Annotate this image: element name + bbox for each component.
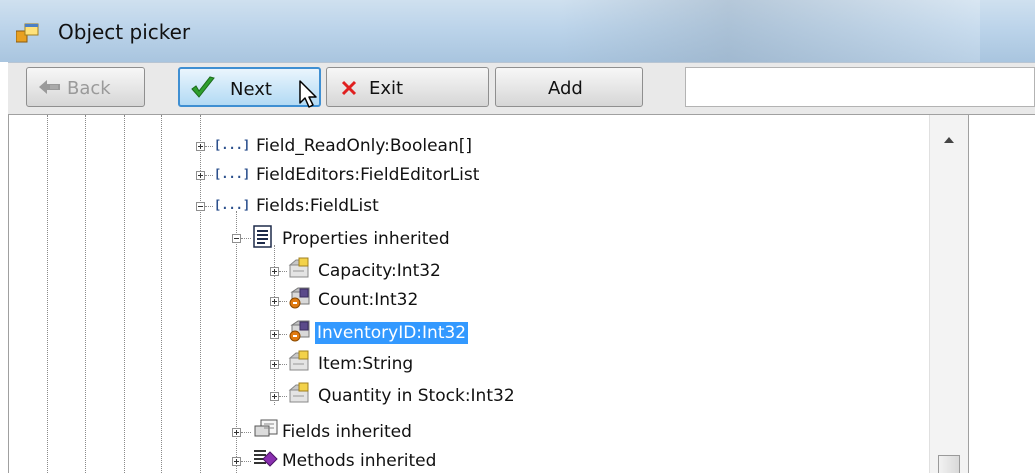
tree-node-label: Item:String	[318, 354, 414, 374]
array-icon: [...]	[214, 198, 251, 212]
expand-icon[interactable]	[270, 267, 279, 276]
mouse-cursor-icon	[299, 80, 317, 108]
readonly-property-icon	[289, 320, 310, 342]
add-button[interactable]: Add	[495, 67, 643, 107]
back-arrow-icon	[39, 80, 60, 94]
expand-icon[interactable]	[270, 392, 279, 401]
checkmark-icon	[191, 76, 215, 98]
title-bar-glare	[560, 0, 980, 62]
expand-icon[interactable]	[270, 297, 279, 306]
tree-node-label: Fields inherited	[282, 422, 412, 442]
tree-node-label: Count:Int32	[318, 290, 419, 310]
tree-connector	[241, 461, 251, 462]
tree-node-label: Quantity in Stock:Int32	[318, 386, 515, 406]
tree-scrollbar[interactable]	[929, 115, 969, 473]
add-label: Add	[548, 78, 583, 99]
next-button[interactable]: Next	[178, 67, 321, 108]
expand-icon[interactable]	[270, 330, 279, 339]
tree-connector	[205, 175, 213, 176]
tree-guide-line	[47, 115, 48, 473]
address-field[interactable]	[685, 67, 1035, 107]
expand-icon[interactable]	[196, 142, 205, 151]
tree-connector	[241, 432, 251, 433]
tree-connector	[205, 146, 213, 147]
tree-connector	[279, 271, 287, 272]
close-x-icon	[341, 80, 357, 96]
tree-connector	[205, 206, 213, 207]
property-icon	[288, 350, 309, 371]
expand-icon[interactable]	[232, 457, 241, 466]
back-button[interactable]: Back	[26, 67, 145, 107]
toolbar: Back Next Exit Add	[8, 62, 1035, 115]
tree-connector	[279, 396, 287, 397]
object-tree-panel: [...] Field_ReadOnly:Boolean[] [...] Fie…	[8, 114, 969, 473]
tree-connector	[279, 301, 287, 302]
app-icon	[16, 23, 39, 43]
properties-group-icon	[253, 225, 272, 248]
expand-icon[interactable]	[270, 360, 279, 369]
fields-group-icon	[254, 419, 278, 437]
collapse-icon[interactable]	[232, 234, 241, 243]
property-icon	[288, 257, 309, 278]
next-label: Next	[230, 79, 272, 100]
tree-guide-line	[161, 115, 162, 473]
title-bar: Object picker	[0, 0, 1035, 62]
expand-icon[interactable]	[232, 428, 241, 437]
tree-guide-line	[124, 115, 125, 473]
tree-guide-line	[200, 115, 201, 473]
tree-node-label: Fields:FieldList	[256, 196, 379, 216]
window-title: Object picker	[58, 20, 191, 44]
array-icon: [...]	[214, 138, 251, 152]
tree-node-label: Methods inherited	[282, 451, 437, 471]
tree-node-label: FieldEditors:FieldEditorList	[256, 165, 480, 185]
tree-connector	[241, 238, 251, 239]
tree-node-label: InventoryID:Int32	[313, 321, 470, 345]
tree-node-label: Properties inherited	[282, 229, 450, 249]
back-label: Back	[67, 78, 111, 99]
tree-node-label: Field_ReadOnly:Boolean[]	[256, 136, 472, 156]
tree-guide-line	[85, 115, 86, 473]
scroll-thumb[interactable]	[938, 455, 960, 473]
tree-connector	[279, 364, 287, 365]
tree-node-label: Capacity:Int32	[318, 261, 441, 281]
property-icon	[288, 382, 309, 403]
collapse-icon[interactable]	[196, 202, 205, 211]
methods-group-icon	[254, 450, 278, 467]
array-icon: [...]	[214, 167, 251, 181]
readonly-property-icon	[289, 287, 310, 309]
exit-label: Exit	[369, 78, 404, 99]
scroll-up-arrow-icon[interactable]	[944, 137, 954, 143]
details-pane	[968, 114, 1035, 473]
tree-connector	[279, 334, 287, 335]
exit-button[interactable]: Exit	[326, 67, 489, 107]
expand-icon[interactable]	[196, 171, 205, 180]
object-tree[interactable]: [...] Field_ReadOnly:Boolean[] [...] Fie…	[9, 115, 929, 473]
